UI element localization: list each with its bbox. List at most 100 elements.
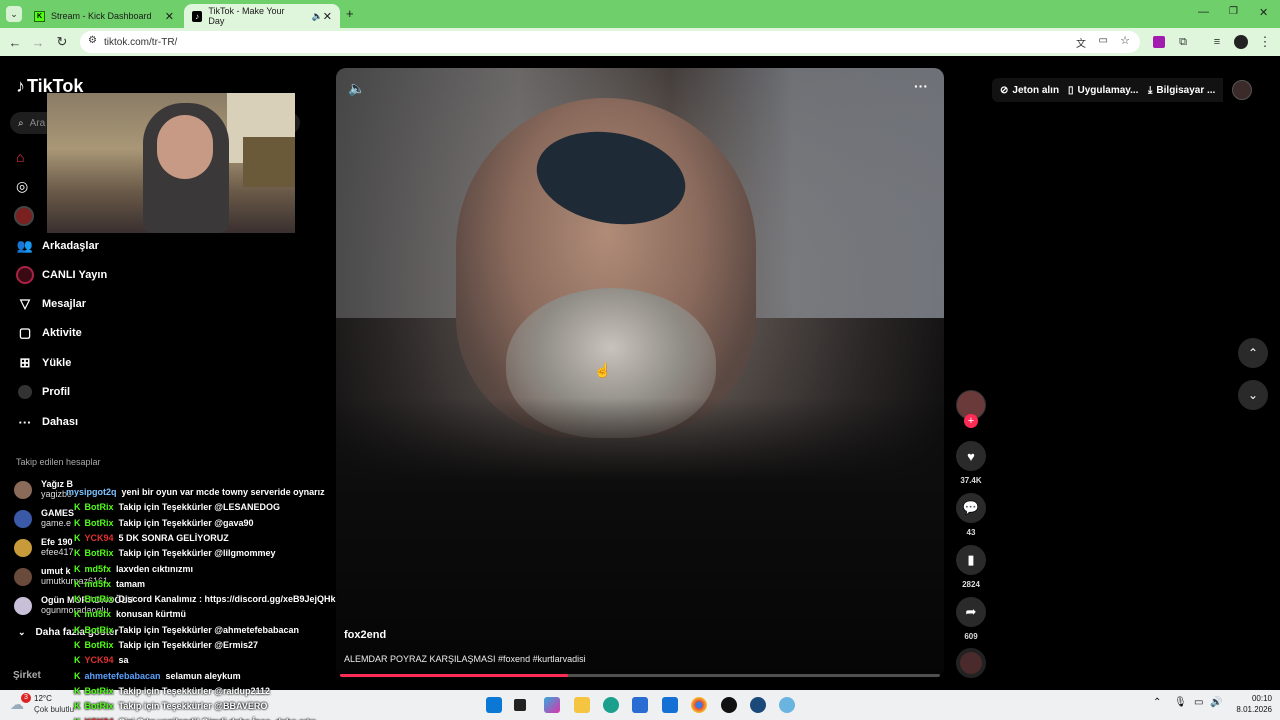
sidebar-item-friends[interactable]: 👥 Arkadaşlar [16, 236, 99, 256]
bookmark-star-icon[interactable]: ☆ [1120, 34, 1130, 47]
following-account[interactable]: Yağız Byagizbo [14, 479, 73, 499]
start-windows-icon[interactable] [486, 697, 502, 713]
more-icon: ··· [18, 414, 32, 430]
next-video-button[interactable]: ⌄ [1238, 380, 1268, 410]
tray-chevron-icon[interactable]: ⌃ [1153, 697, 1161, 708]
profile-avatar[interactable] [1230, 31, 1252, 53]
back-icon[interactable]: ← [4, 31, 26, 53]
site-info-icon[interactable]: ⚙ [88, 35, 97, 46]
chat-message: K YCK94 sa [74, 655, 129, 665]
tab-tiktok[interactable]: ♪ TikTok - Make Your Day 🔈 ✕ [184, 4, 340, 28]
tiktok-favicon-icon: ♪ [192, 10, 203, 22]
speaker-icon[interactable]: 🔊 [1210, 697, 1222, 708]
sidebar-item-more[interactable]: ··· Dahası [16, 412, 79, 432]
video-author[interactable]: fox2end [344, 629, 386, 641]
more-options-icon[interactable]: ··· [914, 78, 928, 94]
mouse-cursor-icon: ☝ [594, 362, 612, 378]
kick-badge-icon: K [74, 685, 81, 696]
video-caption: ALEMDAR POYRAZ KARŞILAŞMASI #foxend #kur… [344, 654, 586, 664]
clock[interactable]: 00:10 8.01.2026 [1228, 694, 1272, 714]
sidebar-item-live[interactable]: CANLI Yayın [16, 265, 107, 285]
sidebar-item-label: CANLI Yayın [42, 269, 108, 281]
following-avatar-icon[interactable] [14, 206, 34, 226]
progress-track[interactable] [340, 674, 940, 677]
chevron-down-icon: ⌄ [18, 627, 26, 637]
volume-icon[interactable]: 🔈 [348, 80, 365, 97]
sidebar-item-label: Mesajlar [42, 298, 87, 310]
outlook-icon[interactable] [662, 697, 678, 713]
desktop-app-button[interactable]: ⤓ Bilgisayar ... [1140, 78, 1224, 102]
comment-icon: 💬 [962, 500, 980, 515]
chat-username: YCK94 [85, 717, 114, 720]
close-tab-icon[interactable]: ✕ [323, 10, 332, 23]
follow-plus-icon[interactable]: + [964, 414, 978, 428]
chat-message: K YCK94 5 DK SONRA GELİYORUZ [74, 533, 229, 543]
avatar [14, 568, 32, 586]
following-account[interactable]: GAMES game.e [14, 508, 74, 528]
address-bar[interactable]: ⚙ tiktok.com/tr-TR/ 文 ▭ ☆ [80, 31, 1140, 53]
like-button[interactable]: ♥ [956, 441, 986, 471]
chat-text: 5 DK SONRA GELİYORUZ [118, 532, 229, 543]
share-button[interactable]: ➦ [956, 597, 986, 627]
bookmark-icon: ▮ [967, 552, 975, 567]
chat-message: Kahmetefebabacan selamun aleykum [74, 671, 241, 681]
chevron-down-icon: ⌄ [1247, 388, 1259, 402]
kick-badge-icon: K [74, 609, 81, 620]
kick-badge-icon: K [74, 517, 81, 528]
sidebar-item-activity[interactable]: ▢ Aktivite [16, 323, 82, 343]
file-explorer-icon[interactable] [574, 697, 590, 713]
tab-search-button[interactable]: ⌄ [6, 6, 22, 22]
store-icon[interactable] [632, 697, 648, 713]
following-account[interactable]: Efe 190 efee417 [14, 537, 74, 557]
get-app-button[interactable]: ▯ Uygulamay... [1060, 78, 1147, 102]
comment-button[interactable]: 💬 [956, 493, 986, 523]
restore-button[interactable]: ❐ [1229, 6, 1238, 17]
translate-icon[interactable]: 文 [1076, 35, 1086, 50]
chrome-icon[interactable] [691, 697, 707, 713]
new-tab-button[interactable]: + [346, 6, 354, 21]
menu-icon[interactable]: ⋮ [1254, 31, 1276, 53]
chat-username: ahmetefebabacan [84, 670, 161, 681]
get-coins-label: Jeton alın [1012, 84, 1060, 96]
sidebar-item-messages[interactable]: ▽ Mesajlar [16, 294, 86, 314]
media-control-icon[interactable]: ≡ [1206, 31, 1228, 53]
chat-text: konusan kürtmü [116, 609, 187, 620]
chat-message: K BotRix Takip için Teşekkürler @BBAVERO [74, 701, 267, 711]
company-link[interactable]: Şirket [13, 670, 41, 681]
chat-text: Discord Kanalımız : https://discord.gg/x… [118, 594, 336, 605]
settings-gear-icon[interactable] [779, 697, 795, 713]
coin-icon: ⊘ [1000, 84, 1009, 96]
close-window-button[interactable]: ✕ [1259, 6, 1268, 19]
get-coins-button[interactable]: ⊘ Jeton alın [992, 78, 1068, 102]
kick-badge-icon: K [74, 578, 81, 589]
sidebar-item-profile[interactable]: Profil [16, 382, 70, 402]
steam-icon[interactable] [750, 697, 766, 713]
cast-icon[interactable]: ▭ [1099, 35, 1108, 46]
search-icon: ⌕ [18, 117, 24, 129]
previous-video-button[interactable]: ⌃ [1238, 338, 1268, 368]
heart-icon: ♥ [967, 448, 975, 464]
task-view-icon[interactable] [514, 699, 526, 711]
save-button[interactable]: ▮ [956, 545, 986, 575]
chat-username: BotRix [84, 548, 114, 559]
extension-icon[interactable] [1148, 31, 1170, 53]
forward-icon[interactable]: → [27, 31, 49, 53]
edge-icon[interactable] [603, 697, 619, 713]
close-tab-icon[interactable]: ✕ [165, 10, 174, 23]
minimize-button[interactable]: — [1198, 6, 1209, 18]
music-disc-avatar[interactable] [956, 648, 986, 678]
home-icon[interactable]: ⌂ [16, 149, 32, 165]
reload-icon[interactable]: ↻ [51, 31, 73, 53]
copilot-icon[interactable] [544, 697, 560, 713]
explore-icon[interactable]: ◎ [16, 178, 32, 194]
tab-kick-dashboard[interactable]: K Stream - Kick Dashboard ✕ [26, 4, 182, 28]
audio-playing-icon[interactable]: 🔈 [312, 11, 323, 22]
video-player[interactable]: 🔈 ··· fox2end ALEMDAR POYRAZ KARŞILAŞMAS… [336, 68, 944, 678]
network-icon[interactable]: ▭ [1194, 697, 1203, 708]
sidebar-item-upload[interactable]: ⊞ Yükle [16, 353, 72, 373]
user-avatar[interactable] [1232, 80, 1252, 100]
microphone-icon[interactable]: 🎙 [1174, 697, 1187, 708]
puzzle-icon[interactable]: ⧉ [1172, 31, 1194, 53]
tiktok-app-icon[interactable] [721, 697, 737, 713]
webcam-sofa [243, 137, 295, 187]
